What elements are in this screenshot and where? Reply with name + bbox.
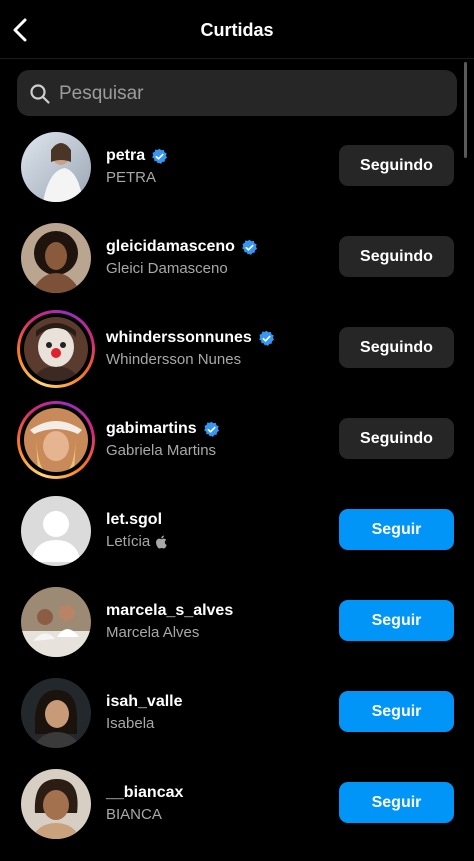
username[interactable]: gleicidamasceno — [106, 237, 235, 257]
avatar[interactable] — [17, 219, 95, 297]
avatar[interactable] — [17, 765, 95, 843]
avatar[interactable] — [17, 583, 95, 661]
avatar-photo — [24, 408, 88, 472]
avatar-photo — [21, 132, 91, 202]
list-item[interactable]: gabimartins Gabriela Martins Seguindo — [0, 393, 474, 484]
search-input[interactable] — [57, 70, 451, 118]
full-name: Whindersson Nunes — [106, 351, 242, 368]
avatar-photo — [21, 769, 91, 839]
follow-button[interactable]: Seguir — [339, 691, 454, 732]
page-title: Curtidas — [200, 20, 274, 40]
username[interactable]: petra — [106, 146, 145, 166]
username[interactable]: marcela_s_alves — [106, 601, 233, 621]
list-item[interactable]: let.sgol Letícia Seguir — [0, 484, 474, 575]
username[interactable]: let.sgol — [106, 510, 162, 530]
avatar[interactable] — [17, 492, 95, 570]
following-button[interactable]: Seguindo — [339, 418, 454, 459]
list-item[interactable]: isah_valle Isabela Seguir — [0, 666, 474, 757]
full-name: BIANCA — [106, 806, 162, 823]
search-bar[interactable] — [17, 70, 457, 118]
header: Curtidas — [0, 0, 474, 59]
following-button[interactable]: Seguindo — [339, 327, 454, 368]
avatar-photo — [24, 317, 88, 381]
username[interactable]: __biancax — [106, 783, 183, 803]
list-item[interactable]: whinderssonnunes Whindersson Nunes Segui… — [0, 302, 474, 393]
avatar-photo — [21, 587, 91, 657]
full-name: Isabela — [106, 715, 155, 732]
avatar[interactable] — [17, 128, 95, 206]
avatar-photo — [21, 678, 91, 748]
list-item[interactable]: __biancax BIANCA Seguir — [0, 757, 474, 848]
list-item[interactable]: petra PETRA Seguindo — [0, 120, 474, 211]
username[interactable]: whinderssonnunes — [106, 328, 252, 348]
full-name: Marcela Alves — [106, 624, 200, 641]
follow-button[interactable]: Seguir — [339, 509, 454, 550]
follow-button[interactable]: Seguir — [339, 782, 454, 823]
verified-badge-icon — [258, 330, 274, 346]
full-name: PETRA — [106, 169, 157, 186]
full-name: Gabriela Martins — [106, 442, 217, 459]
verified-badge-icon — [203, 421, 219, 437]
full-name: Letícia — [106, 533, 151, 550]
following-button[interactable]: Seguindo — [339, 236, 454, 277]
avatar[interactable] — [17, 310, 95, 388]
username[interactable]: isah_valle — [106, 692, 183, 712]
follow-button[interactable]: Seguir — [339, 600, 454, 641]
verified-badge-icon — [152, 148, 168, 164]
full-name: Gleici Damasceno — [106, 260, 228, 277]
default-avatar-icon — [21, 496, 91, 566]
avatar-photo — [21, 223, 91, 293]
search-icon — [30, 84, 50, 104]
avatar[interactable] — [17, 401, 95, 479]
list-item[interactable]: marcela_s_alves Marcela Alves Seguir — [0, 575, 474, 666]
avatar[interactable] — [17, 674, 95, 752]
apple-icon — [156, 535, 167, 549]
verified-badge-icon — [242, 239, 257, 255]
following-button[interactable]: Seguindo — [339, 145, 454, 186]
likes-list: petra PETRA Seguindo gleicidamasceno Gle… — [0, 120, 474, 848]
list-item[interactable]: gleicidamasceno Gleici Damasceno Seguind… — [0, 211, 474, 302]
username[interactable]: gabimartins — [106, 419, 197, 439]
